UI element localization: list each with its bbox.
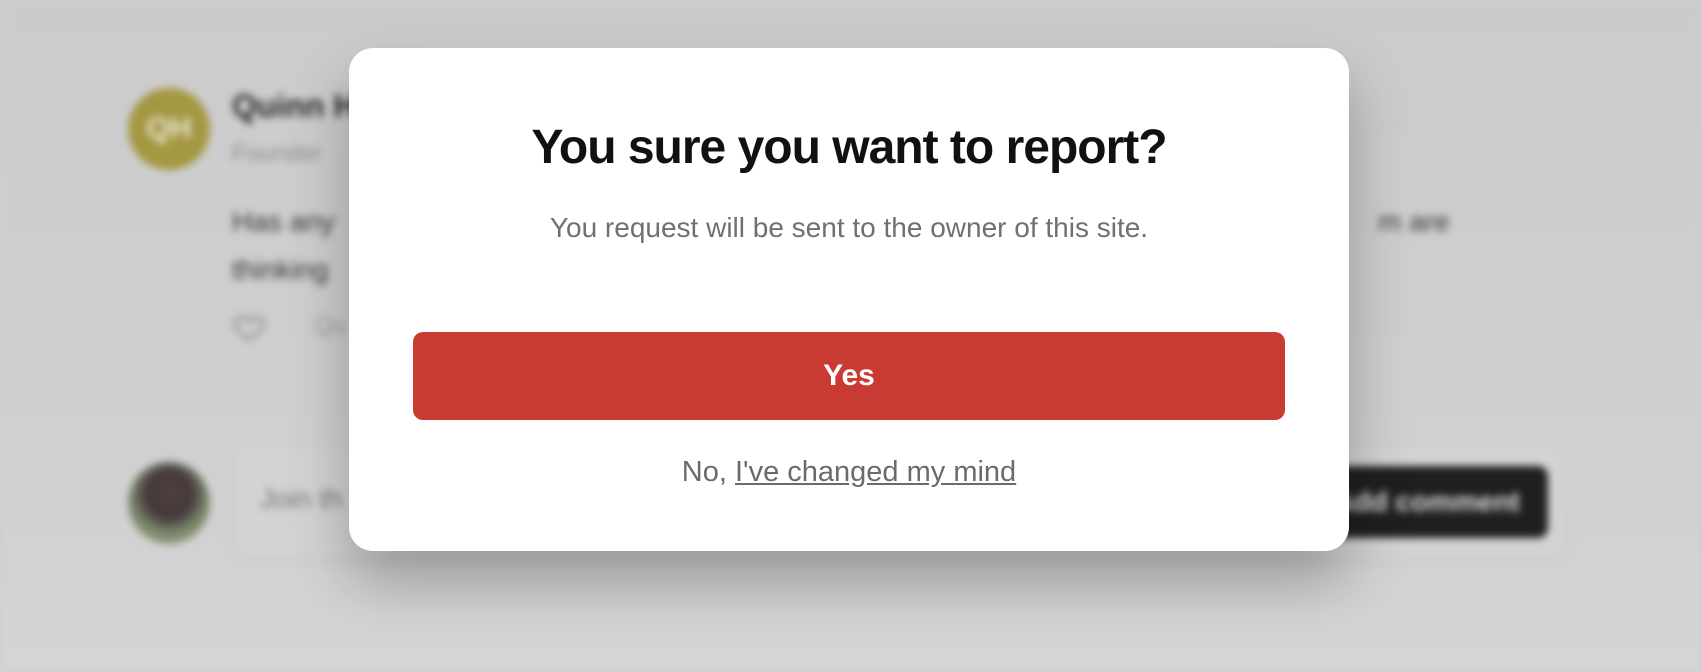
dialog-title: You sure you want to report? bbox=[531, 121, 1167, 174]
confirm-report-button[interactable]: Yes bbox=[413, 332, 1285, 420]
report-confirm-dialog: You sure you want to report? You request… bbox=[349, 48, 1349, 551]
cancel-link[interactable]: I've changed my mind bbox=[735, 456, 1016, 488]
cancel-prefix: No, bbox=[681, 456, 727, 488]
dialog-subtitle: You request will be sent to the owner of… bbox=[549, 212, 1149, 243]
cancel-line: No, I've changed my mind bbox=[349, 456, 1349, 489]
